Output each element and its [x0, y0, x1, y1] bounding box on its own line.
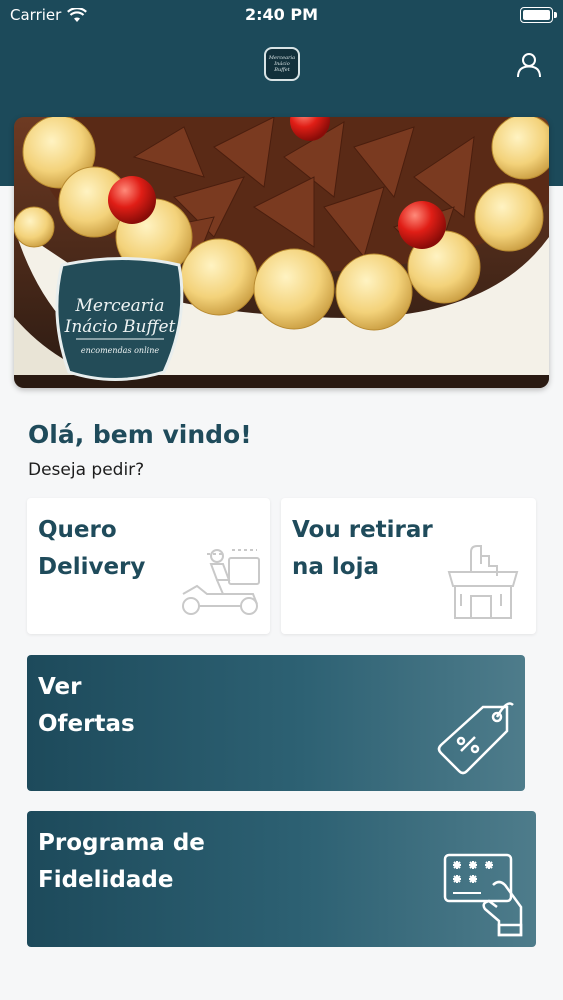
offers-label: Ver Ofertas — [38, 669, 135, 743]
greeting-subtitle: Deseja pedir? — [28, 460, 145, 480]
app-logo: Mercearia Inácio Buffet — [264, 47, 300, 81]
status-time: 2:40 PM — [244, 5, 318, 24]
offers-label-line-2: Ofertas — [38, 711, 135, 737]
user-icon — [517, 53, 541, 78]
banner-logo: Mercearia Inácio Buffet encomendas onlin… — [55, 257, 184, 381]
banner-logo-tagline: encomendas online — [81, 346, 159, 355]
pickup-label-line-1: Vou retirar — [292, 517, 433, 543]
loyalty-label-line-1: Programa de — [38, 830, 205, 856]
store-pickup-icon — [447, 545, 519, 619]
delivery-label-line-1: Quero — [38, 517, 117, 543]
battery-icon — [520, 7, 557, 23]
app-logo-line-2: Inácio Buffet — [274, 61, 290, 73]
profile-button[interactable] — [516, 52, 542, 78]
delivery-label-line-2: Delivery — [38, 554, 146, 580]
price-tag-icon — [437, 702, 514, 775]
loyalty-option-card[interactable]: Programa de Fidelidade — [27, 811, 536, 947]
scooter-delivery-icon — [182, 549, 260, 615]
banner-logo-line-1: Mercearia — [74, 296, 164, 316]
delivery-label: Quero Delivery — [38, 512, 145, 586]
banner-logo-line-2: Inácio Buffet — [64, 317, 176, 337]
loyalty-label-line-2: Fidelidade — [38, 867, 174, 893]
delivery-option-card[interactable]: Quero Delivery — [27, 498, 270, 634]
pickup-option-card[interactable]: Vou retirar na loja — [281, 498, 536, 634]
loyalty-card-icon — [443, 853, 523, 937]
loyalty-label: Programa de Fidelidade — [38, 825, 205, 899]
greeting-title: Olá, bem vindo! — [28, 420, 252, 449]
promo-banner[interactable]: Mercearia Inácio Buffet encomendas onlin… — [14, 117, 549, 388]
pickup-label-line-2: na loja — [292, 554, 379, 580]
pickup-label: Vou retirar na loja — [292, 512, 433, 586]
offers-label-line-1: Ver — [38, 674, 82, 700]
status-bar: Carrier 2:40 PM — [0, 0, 563, 32]
offers-option-card[interactable]: Ver Ofertas — [27, 655, 525, 791]
